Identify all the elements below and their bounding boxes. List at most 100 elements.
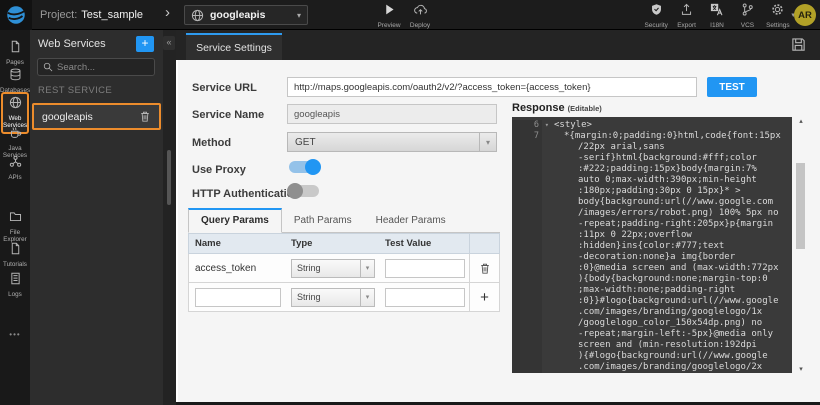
response-code-editor[interactable]: 6<style>7*{margin:0;padding:0}html,code{…	[512, 117, 792, 373]
new-param-name-input[interactable]	[195, 288, 281, 307]
add-param-button[interactable]: +	[480, 290, 489, 305]
new-param-test-value-input[interactable]	[385, 288, 465, 307]
line-number	[512, 164, 542, 175]
editor-scrollbar-thumb[interactable]	[796, 163, 805, 249]
collapse-panel-button[interactable]: «	[163, 36, 175, 50]
main-tab-bar: Service Settings	[176, 30, 820, 60]
rail-item-label: Logs	[0, 291, 30, 298]
code-text: /22px arial,sans	[542, 142, 665, 153]
trash-icon[interactable]	[139, 110, 151, 123]
line-number	[512, 208, 542, 219]
trash-icon[interactable]	[479, 262, 491, 275]
code-text: :0}@media screen and (max-width:772px	[542, 263, 778, 274]
use-proxy-toggle[interactable]	[289, 161, 319, 173]
line-number: 7	[512, 131, 542, 142]
code-text: .com/images/branding/googlelogo/2x	[542, 362, 762, 373]
new-param-action-cell: +	[469, 283, 499, 311]
panel-scrollbar-thumb[interactable]	[167, 150, 171, 205]
save-button[interactable]	[791, 37, 806, 57]
deploy-button[interactable]: Deploy	[403, 3, 437, 29]
service-selector-dropdown[interactable]: googleapis ▾	[184, 5, 308, 25]
chevron-down-icon: ▾	[360, 260, 374, 277]
new-param-type-select[interactable]: String ▾	[291, 288, 375, 307]
vcs-button[interactable]: ▾ VCS	[732, 3, 762, 29]
code-line: -serif}html{background:#fff;color	[512, 153, 792, 164]
code-lines: 6<style>7*{margin:0;padding:0}html,code{…	[512, 117, 792, 373]
code-line: auto 0;max-width:390px;min-height	[512, 175, 792, 186]
service-url-input[interactable]	[287, 77, 697, 97]
response-label: Response (Editable)	[512, 102, 602, 114]
param-type-value: String	[292, 263, 360, 273]
left-icon-rail: Pages Databases Web Services Java Servic…	[0, 30, 30, 405]
param-type-select[interactable]: String ▾	[291, 259, 375, 278]
rail-more-button[interactable]: •••	[0, 330, 30, 339]
panel-scroll-strip: «	[163, 30, 176, 405]
service-search-box[interactable]	[37, 58, 155, 76]
code-line: 6<style>	[512, 120, 792, 131]
tab-query-params[interactable]: Query Params	[188, 208, 282, 233]
code-text: -repeat;padding-right:205px}p{margin	[542, 219, 773, 230]
method-select[interactable]: GET ▾	[287, 132, 497, 152]
service-settings-content: Service URL TEST Service Name Method GET…	[176, 60, 820, 402]
code-line: :hidden}ins{color:#777;text	[512, 241, 792, 252]
settings-button[interactable]: ▾ Settings	[763, 3, 793, 29]
preview-label: Preview	[372, 22, 406, 29]
rail-item-label: APIs	[0, 174, 30, 181]
rail-item-apis[interactable]: APIs	[0, 155, 30, 181]
tab-header-params[interactable]: Header Params	[364, 210, 458, 232]
service-list-item-googleapis[interactable]: googleapis	[32, 103, 161, 130]
export-button[interactable]: ▾ Export	[671, 3, 701, 29]
line-number	[512, 241, 542, 252]
tab-path-params[interactable]: Path Params	[282, 210, 364, 232]
service-search-input[interactable]	[57, 62, 147, 73]
tab-service-settings[interactable]: Service Settings	[186, 33, 282, 60]
http-authentication-toggle[interactable]	[289, 185, 319, 197]
table-row: access_token String ▾	[188, 254, 500, 283]
code-text: auto 0;max-width:390px;min-height	[542, 175, 757, 186]
rail-item-databases[interactable]: Databases	[0, 68, 30, 94]
folder-icon	[9, 210, 22, 223]
app-logo[interactable]	[0, 0, 32, 30]
code-text: /images/errors/robot.png) 100% 5px no	[542, 208, 778, 219]
code-line: /googlelogo_color_150x54dp.png) no	[512, 318, 792, 329]
line-number	[512, 351, 542, 362]
toggle-knob	[287, 183, 303, 199]
security-button[interactable]: Security	[641, 3, 671, 29]
code-text: :0}}#logo{background:url(//www.google	[542, 296, 778, 307]
user-avatar[interactable]: AR	[794, 4, 816, 26]
test-button[interactable]: TEST	[707, 77, 757, 97]
param-test-value-input[interactable]	[385, 259, 465, 278]
coffee-cup-icon	[9, 126, 22, 139]
code-text: ;max-width:none;padding-right	[542, 285, 735, 296]
code-line: ){body{background:none;margin-top:0	[512, 274, 792, 285]
rail-item-tutorials[interactable]: Tutorials	[0, 242, 30, 268]
code-line: -repeat;padding-right:205px}p{margin	[512, 219, 792, 230]
scroll-up-icon[interactable]: ▴	[795, 117, 807, 125]
use-proxy-label: Use Proxy	[192, 164, 246, 176]
param-type-cell: String ▾	[285, 259, 379, 278]
topbar-right-actions: Security ▾ Export I18N	[641, 3, 793, 29]
cloud-upload-icon	[413, 3, 428, 16]
code-text: body{background:url(//www.google.com	[542, 197, 773, 208]
line-number	[512, 153, 542, 164]
new-param-type-value: String	[292, 292, 360, 302]
code-line: ;max-width:none;padding-right	[512, 285, 792, 296]
scroll-down-icon[interactable]: ▾	[795, 365, 807, 373]
add-service-button[interactable]: +	[136, 36, 154, 52]
service-item-label: googleapis	[42, 111, 139, 123]
line-number	[512, 186, 542, 197]
new-param-type-cell: String ▾	[285, 288, 379, 307]
preview-button[interactable]: Preview	[372, 3, 406, 29]
toggle-knob	[305, 159, 321, 175]
shield-icon	[650, 3, 663, 16]
page-icon	[9, 40, 22, 53]
rail-item-file-explorer[interactable]: File Explorer	[0, 210, 30, 243]
document-lines-icon	[9, 272, 22, 285]
code-line: .com/images/branding/googlelogo/1x	[512, 307, 792, 318]
chevron-down-icon: ▾	[297, 11, 301, 20]
rail-item-pages[interactable]: Pages	[0, 40, 30, 66]
editor-scrollbar: ▴ ▾	[795, 117, 807, 373]
rail-item-logs[interactable]: Logs	[0, 272, 30, 298]
i18n-button[interactable]: I18N	[702, 3, 732, 29]
service-name-input[interactable]	[287, 104, 497, 124]
